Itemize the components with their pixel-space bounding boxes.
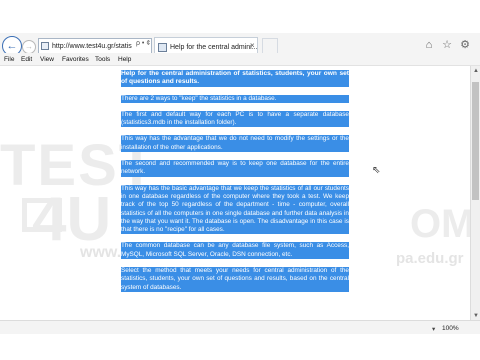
- forward-arrow-icon: →: [25, 42, 33, 51]
- menu-tools[interactable]: Tools: [95, 56, 110, 63]
- help-document[interactable]: Help for the central administration of s…: [121, 70, 349, 300]
- menu-edit[interactable]: Edit: [21, 56, 32, 63]
- status-bar: ▾ 100%: [0, 320, 480, 334]
- back-arrow-icon: ←: [6, 39, 18, 52]
- menu-file[interactable]: File: [4, 56, 14, 63]
- forward-button[interactable]: →: [22, 40, 36, 54]
- address-bar[interactable]: http://www.test4u.gr/statis: [38, 38, 152, 54]
- paragraph-second-way: The second and recommended way is to kee…: [121, 160, 349, 177]
- home-icon[interactable]: ⌂: [422, 38, 436, 52]
- page-content[interactable]: TEST 4U OMA www.test pa.edu.gr Help for …: [0, 66, 470, 322]
- watermark-url-right: pa.edu.gr: [396, 250, 464, 267]
- menu-view[interactable]: View: [40, 56, 54, 63]
- tab-close-icon[interactable]: ×: [250, 41, 255, 50]
- document-title: Help for the central administration of s…: [121, 70, 349, 87]
- tab-title: Help for the central admini...: [170, 43, 258, 51]
- menu-help[interactable]: Help: [118, 56, 131, 63]
- new-tab-button[interactable]: [262, 38, 278, 54]
- paragraph-common-database: The common database can be any database …: [121, 242, 349, 260]
- paragraph-first-way: The first and default way for each PC is…: [121, 110, 349, 128]
- address-bar-tools[interactable]: ρ • ¢: [136, 40, 150, 47]
- zoom-level[interactable]: 100%: [442, 325, 459, 332]
- address-url: http://www.test4u.gr/statis: [52, 42, 132, 50]
- menu-bar: File Edit View Favorites Tools Help: [0, 53, 480, 66]
- scrollbar-thumb[interactable]: [472, 82, 479, 200]
- desktop-top-strip: [0, 0, 480, 33]
- zoom-dropdown-icon[interactable]: ▾: [432, 325, 435, 333]
- page-icon: [41, 42, 49, 50]
- paragraph-basic-advantage: This way has the basic advantage that we…: [121, 184, 349, 235]
- paragraph-select-method: Select the method that meets your needs …: [121, 267, 349, 292]
- paragraph-advantage: This way has the advantage that we do no…: [121, 135, 349, 153]
- settings-gear-icon[interactable]: ⚙: [458, 38, 472, 52]
- favorites-star-icon[interactable]: ☆: [440, 38, 454, 52]
- watermark-oma: OMA: [410, 202, 470, 246]
- tab-page-icon: [158, 42, 167, 52]
- watermark-checkbox-logo: [22, 198, 62, 232]
- scroll-up-icon[interactable]: ▲: [472, 67, 480, 76]
- desktop-bottom-strip: [0, 334, 480, 360]
- vertical-scrollbar[interactable]: ▲ ▼: [470, 66, 480, 322]
- paragraph-ways: There are 2 ways to "keep" the statistic…: [121, 94, 349, 103]
- menu-favorites[interactable]: Favorites: [62, 56, 89, 63]
- mouse-cursor-icon: ⇖: [372, 165, 381, 176]
